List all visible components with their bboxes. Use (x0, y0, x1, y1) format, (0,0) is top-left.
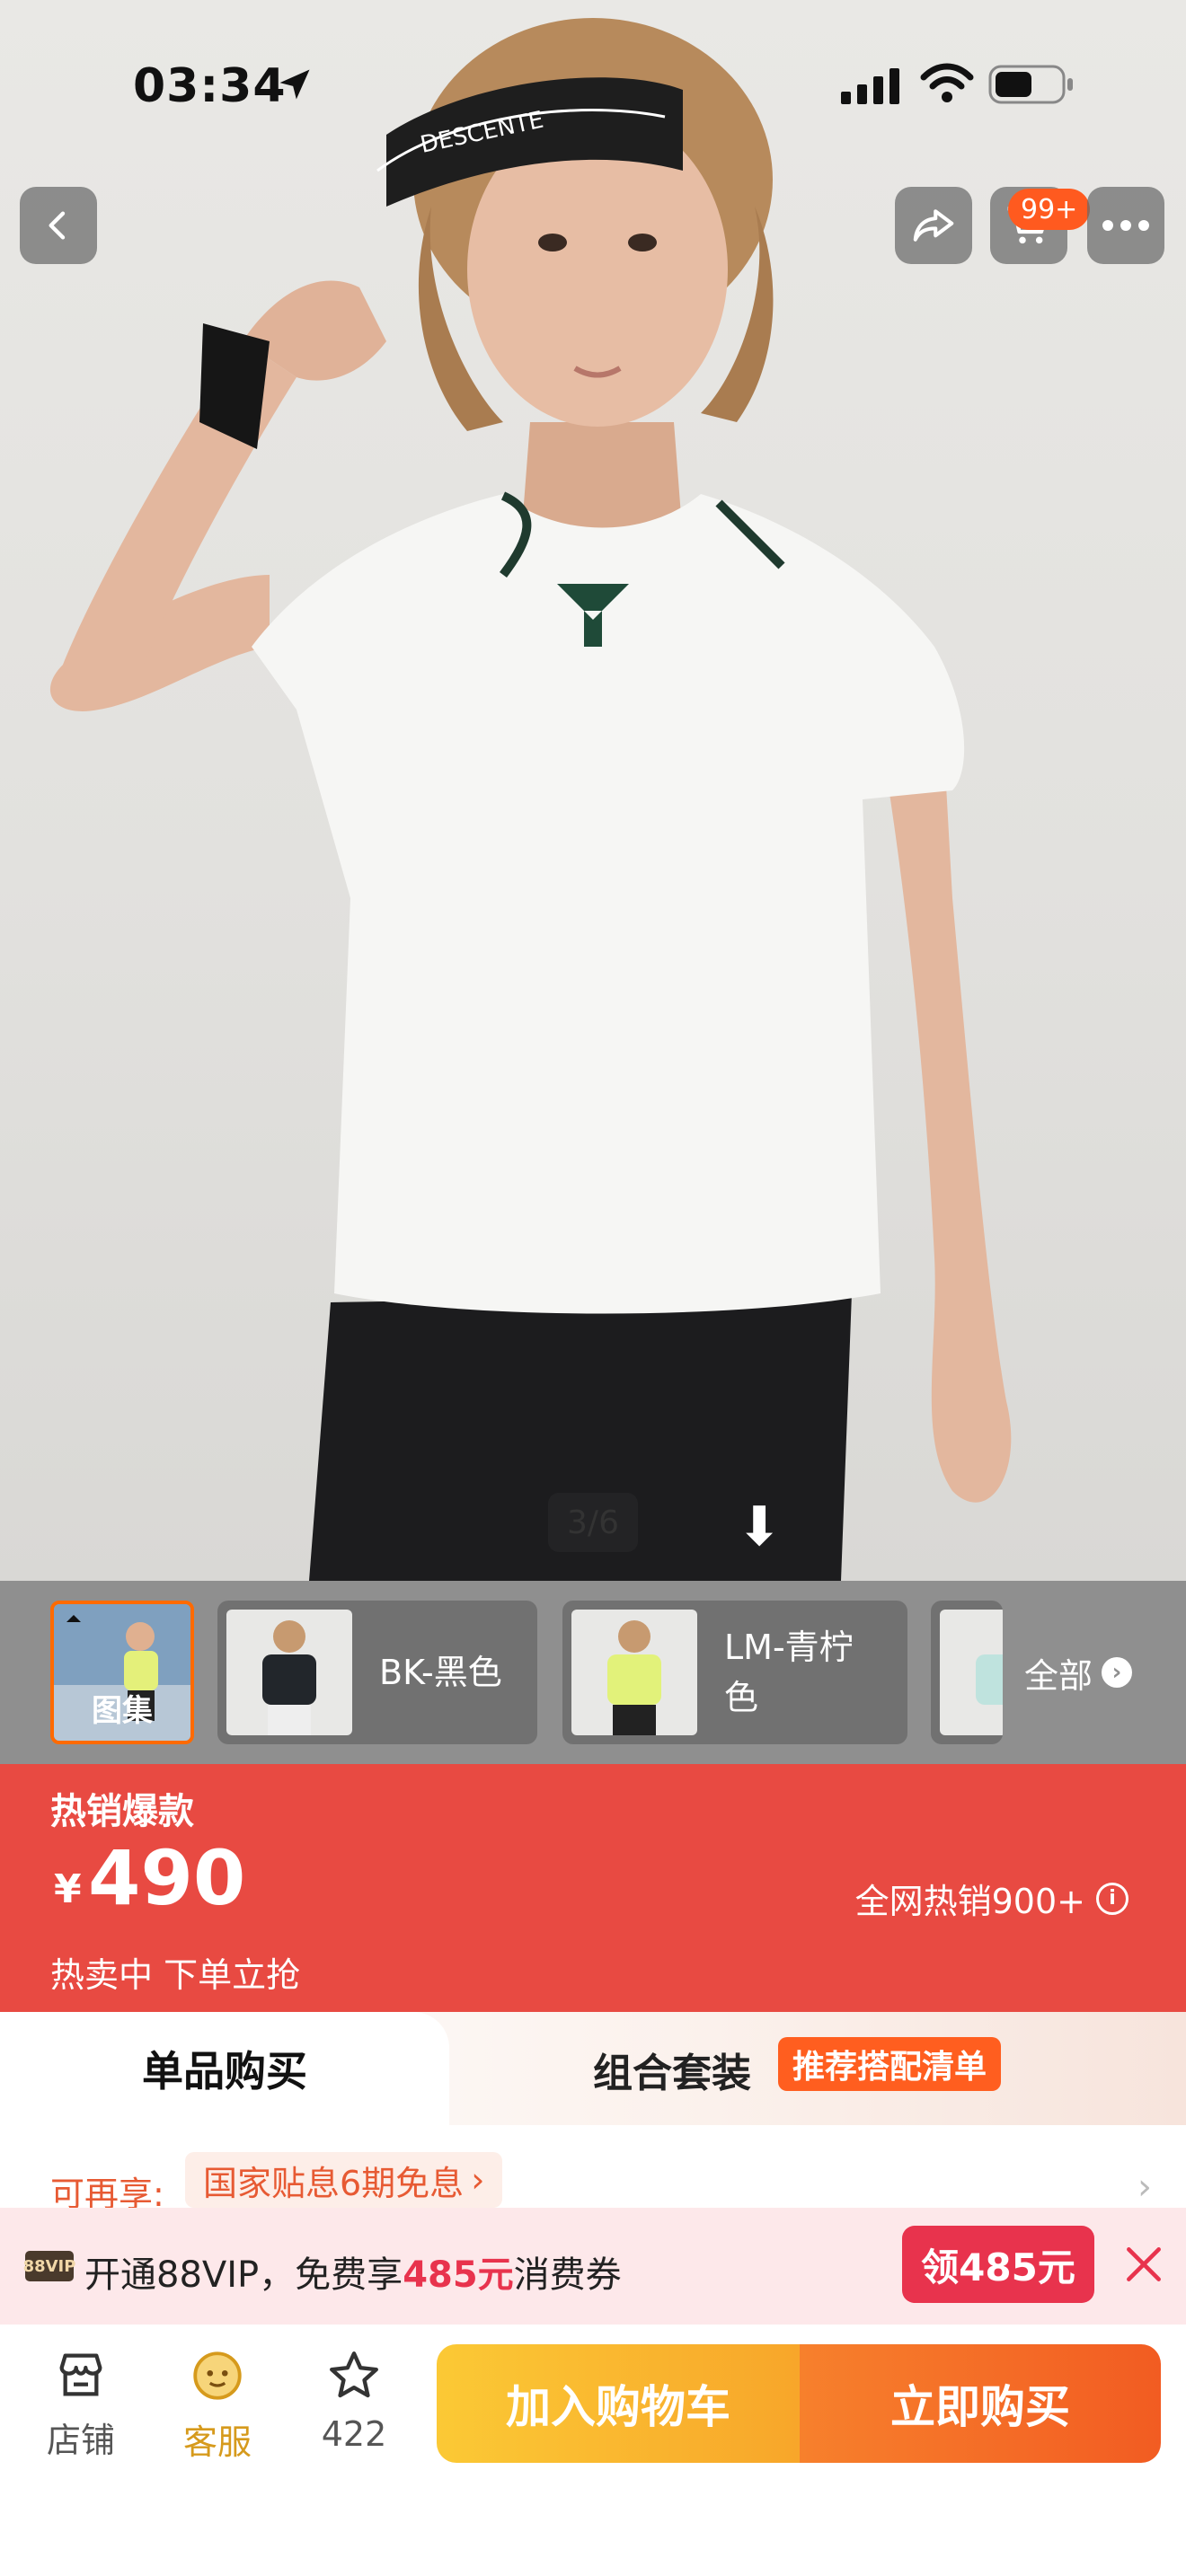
variant-option-bk[interactable]: BK-黑色 (217, 1601, 537, 1744)
status-bar: 03:34 (0, 0, 1186, 171)
price-banner: 热销爆款 ¥ 490 全网热销900+ i 热卖中 下单立抢 (0, 1764, 1186, 2012)
location-arrow-icon (279, 69, 310, 100)
share-button[interactable] (895, 187, 972, 264)
purchase-mode-tabs: 单品购买 组合套装 推荐搭配清单 (0, 2012, 1186, 2125)
gallery-thumbnail[interactable]: 图集 (50, 1601, 194, 1744)
variant-option-partial[interactable] (931, 1601, 1003, 1744)
svg-text:⬇: ⬇ (737, 1495, 782, 1558)
customer-service-label: 客服 (182, 2422, 252, 2462)
favorites-count: 422 (321, 2414, 387, 2454)
status-time: 03:34 (133, 59, 287, 113)
store-button[interactable]: 店铺 (27, 2346, 135, 2462)
add-to-cart-button[interactable]: 加入购物车 (437, 2344, 800, 2463)
variant-shirt (262, 1654, 316, 1705)
more-dots-icon (1102, 220, 1149, 231)
wifi-icon (920, 63, 974, 102)
installment-text: 国家贴息6期免息 (203, 2163, 465, 2203)
variant-shirt (607, 1654, 661, 1705)
variant-image (226, 1610, 352, 1735)
hot-sales-info[interactable]: 全网热销900+ i (855, 1874, 1128, 1923)
hot-sales-text: 全网热销900+ (854, 1882, 1085, 1921)
chevron-right-icon: › (471, 2160, 485, 2200)
variant-label: BK-黑色 (379, 1653, 502, 1692)
favorite-button[interactable]: 422 (300, 2346, 408, 2454)
buy-now-button[interactable]: 立即购买 (800, 2344, 1161, 2463)
chevron-right-icon: › (1102, 1657, 1133, 1688)
image-page-indicator: 3/6 (548, 1493, 638, 1552)
chevron-right-icon: › (1137, 2166, 1152, 2208)
chevron-left-icon (49, 211, 66, 240)
vip-logo-icon: 88VIP (23, 2251, 75, 2281)
store-icon (59, 2353, 102, 2396)
star-icon (330, 2351, 378, 2398)
variant-label: LM-青柠色 (724, 1628, 854, 1717)
customer-service-button[interactable]: 客服 (164, 2346, 271, 2464)
tab-single-purchase[interactable]: 单品购买 (0, 2012, 449, 2125)
variant-shirt (976, 1654, 1003, 1705)
variant-image (940, 1610, 1003, 1735)
close-icon[interactable] (1121, 2242, 1166, 2287)
recommended-bundle-badge[interactable]: 推荐搭配清单 (778, 2037, 1002, 2091)
vip-promo-text: 开通88VIP，免费享485元消费券 (84, 2245, 622, 2298)
vip-promo-bar: 88VIP 开通88VIP，免费享485元消费券 领485元 (0, 2208, 1186, 2325)
more-options-button[interactable] (1087, 187, 1164, 264)
promo-text: 热卖中 下单立抢 (50, 1955, 301, 1995)
tab-combo-set[interactable]: 组合套装 (593, 2041, 751, 2098)
hot-item-title: 热销爆款 (50, 1791, 194, 1832)
product-price: 490 (88, 1834, 246, 1922)
product-hero-image[interactable]: ⬇ DESCENTE 03:34 99+ 3/6 (0, 0, 1186, 1581)
variant-image (571, 1610, 697, 1735)
installment-chip[interactable]: 国家贴息6期免息 › (185, 2152, 503, 2208)
claim-coupon-button[interactable]: 领485元 (902, 2226, 1094, 2303)
cart-count-badge: 99+ (1008, 189, 1091, 230)
customer-service-icon (193, 2351, 242, 2400)
variant-option-lm[interactable]: LM-青柠色 (562, 1601, 907, 1744)
back-button[interactable] (20, 187, 97, 264)
cellular-signal-icon (841, 68, 899, 104)
vip-text-prefix: 开通88VIP，免费享 (84, 2254, 403, 2296)
variant-thumbnail-strip: 图集 BK-黑色 LM-青柠色 全部 › (0, 1581, 1186, 1764)
store-label: 店铺 (46, 2421, 115, 2460)
bottom-action-bar: 店铺 客服 422 加入购物车 立即购买 (0, 2325, 1186, 2576)
benefit-row[interactable]: 可再享: 国家贴息6期免息 › › (0, 2125, 1186, 2214)
tab-single-label: 单品购买 (142, 2047, 307, 2095)
vip-amount: 485元 (403, 2254, 514, 2296)
battery-icon (988, 65, 1073, 104)
vip-text-suffix: 消费券 (513, 2254, 622, 2296)
all-variants-button[interactable]: 全部 › (1024, 1601, 1133, 1744)
gallery-label: 图集 (92, 1693, 153, 1729)
all-variants-label: 全部 (1024, 1655, 1093, 1696)
currency-symbol: ¥ (54, 1866, 82, 1912)
share-icon (913, 209, 954, 242)
info-icon: i (1096, 1882, 1128, 1915)
